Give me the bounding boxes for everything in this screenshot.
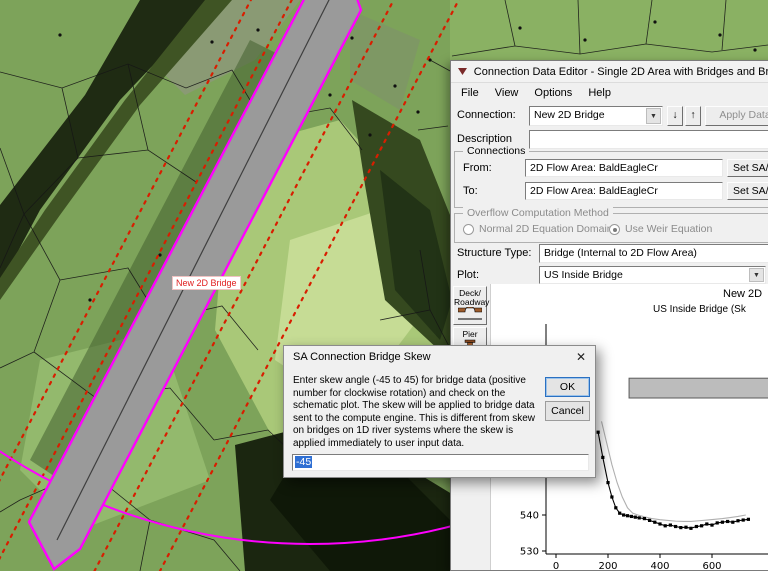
connection-data-editor-window: Connection Data Editor - Single 2D Area … [450, 60, 768, 571]
connection-combobox[interactable]: New 2D Bridge ▼ [529, 106, 663, 126]
bridge-label-chip: New 2D Bridge [172, 276, 241, 290]
svg-text:530: 530 [520, 547, 539, 558]
from-field: 2D Flow Area: BaldEagleCr [525, 159, 723, 177]
menu-options[interactable]: Options [526, 85, 580, 101]
to-field: 2D Flow Area: BaldEagleCr [525, 182, 723, 200]
deck-roadway-button[interactable]: Deck/ Roadway [453, 286, 487, 325]
plot-value: US Inside Bridge [544, 269, 623, 281]
description-field[interactable] [529, 130, 768, 149]
skew-dialog-titlebar[interactable]: SA Connection Bridge Skew [284, 346, 595, 368]
window-icon [457, 66, 468, 77]
description-label: Description [457, 133, 512, 145]
menu-help[interactable]: Help [580, 85, 619, 101]
editor-menubar: File View Options Help [451, 83, 768, 103]
chevron-down-icon[interactable]: ▼ [646, 108, 661, 124]
svg-text:540: 540 [520, 511, 539, 522]
structure-type-field[interactable]: Bridge (Internal to 2D Flow Area) [539, 244, 768, 263]
set-sa-from-button[interactable]: Set SA/2D [727, 159, 768, 177]
radio-normal-label: Normal 2D Equation Domain [479, 223, 613, 235]
radio-normal-2d-equation [463, 224, 474, 235]
svg-text:0: 0 [553, 561, 559, 570]
cancel-button[interactable]: Cancel [545, 401, 590, 421]
screen: New 2D Bridge Connection Data Editor - S… [0, 0, 768, 571]
skew-input-selected-text: -45 [295, 456, 312, 468]
pier-button-label: Pier [454, 330, 486, 339]
connections-group-label: Connections [463, 145, 529, 157]
previous-connection-button[interactable]: ↓ [667, 106, 683, 126]
plot-label: Plot: [457, 269, 479, 281]
skew-dialog-message: Enter skew angle (-45 to 45) for bridge … [293, 375, 547, 451]
skew-dialog-title: SA Connection Bridge Skew [293, 351, 431, 363]
to-label: To: [463, 185, 478, 197]
chevron-down-icon[interactable]: ▼ [749, 268, 764, 282]
apply-data-button[interactable]: Apply Data [705, 106, 768, 126]
set-sa-to-button[interactable]: Set SA/2D [727, 182, 768, 200]
radio-use-weir-equation [609, 224, 620, 235]
connection-value: New 2D Bridge [534, 109, 605, 121]
from-label: From: [463, 162, 492, 174]
connection-label: Connection: [457, 109, 516, 121]
deck-button-label-2: Roadway [454, 298, 486, 307]
close-icon[interactable]: ✕ [576, 350, 586, 364]
deck-roadway-icon [458, 307, 482, 320]
editor-titlebar[interactable]: Connection Data Editor - Single 2D Area … [451, 61, 768, 83]
svg-text:200: 200 [598, 561, 617, 570]
skew-input[interactable]: -45 [292, 454, 589, 471]
menu-file[interactable]: File [453, 85, 487, 101]
next-connection-button[interactable]: ↑ [685, 106, 701, 126]
skew-dialog: SA Connection Bridge Skew ✕ Enter skew a… [283, 345, 596, 478]
plot-combobox[interactable]: US Inside Bridge ▼ [539, 266, 766, 284]
editor-title: Connection Data Editor - Single 2D Area … [474, 66, 768, 78]
overflow-group-label: Overflow Computation Method [463, 207, 613, 219]
menu-view[interactable]: View [487, 85, 527, 101]
svg-text:600: 600 [702, 561, 721, 570]
svg-text:400: 400 [650, 561, 669, 570]
structure-type-label: Structure Type: [457, 247, 531, 259]
radio-weir-label: Use Weir Equation [625, 223, 712, 235]
ok-button[interactable]: OK [545, 377, 590, 397]
